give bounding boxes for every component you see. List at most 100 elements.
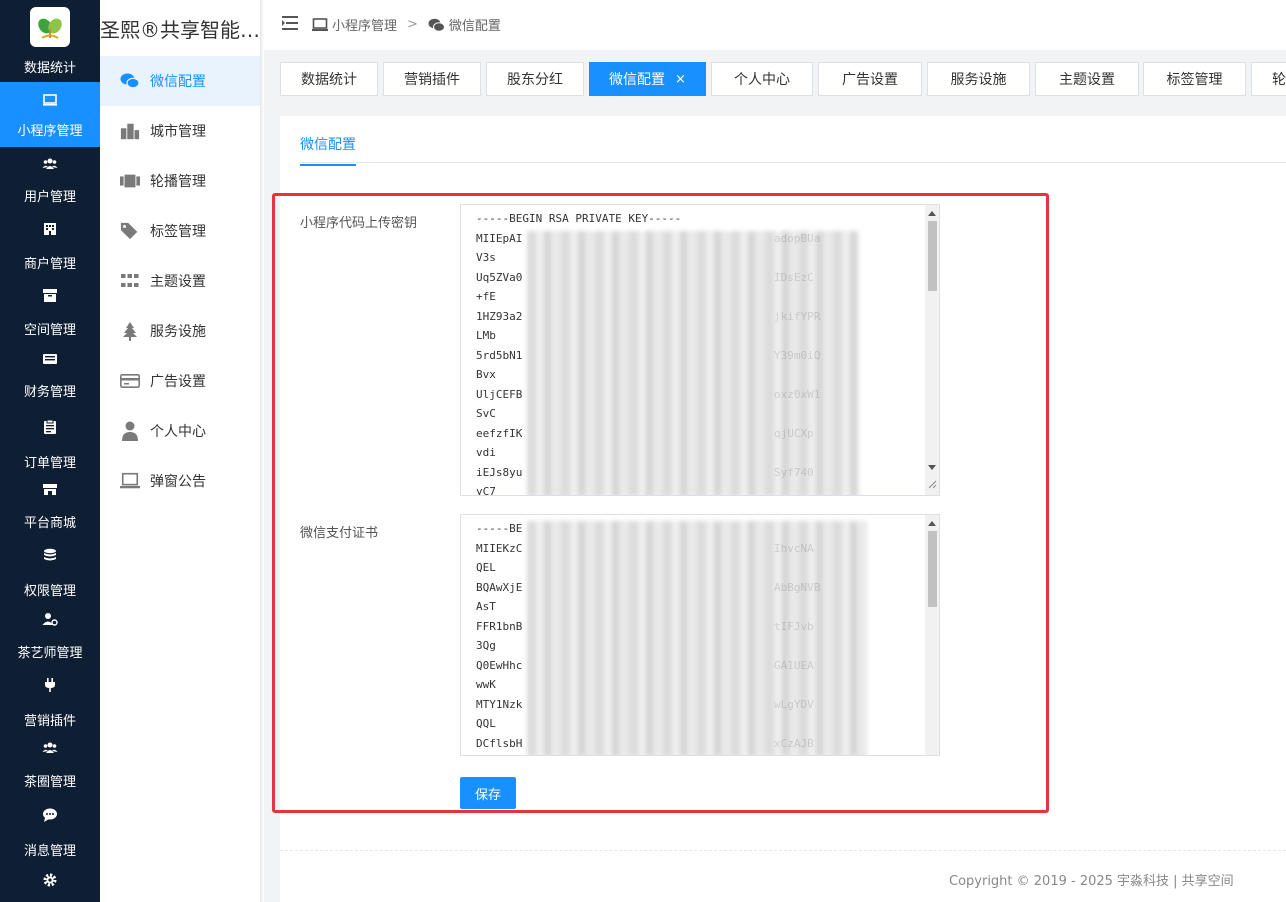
nav-item-spaces[interactable]: 空间管理	[0, 287, 100, 338]
tab-theme[interactable]: 主题设置	[1035, 62, 1139, 96]
subnav-item-city[interactable]: 城市管理	[100, 106, 260, 156]
monitor-icon	[42, 92, 58, 108]
tab-label: 轮	[1272, 72, 1286, 88]
nav-label: 平台商城	[23, 516, 76, 531]
users-icon	[42, 740, 58, 756]
tab-label: 服务设施	[950, 72, 1007, 88]
tree-icon	[120, 321, 140, 341]
tab-label: 广告设置	[842, 72, 898, 88]
chat-icon	[42, 807, 58, 823]
nav-item-tea-circle[interactable]: 茶圈管理	[0, 740, 100, 790]
scroll-thumb[interactable]	[928, 531, 937, 607]
subnav-label: 服务设施	[150, 324, 206, 340]
subnav-label: 轮播管理	[150, 174, 206, 190]
nav-item-marketing[interactable]: 营销插件	[0, 677, 100, 729]
nav-item-users[interactable]: 用户管理	[0, 156, 100, 205]
subnav-label: 城市管理	[150, 124, 206, 140]
gear-icon	[42, 872, 58, 888]
nav-item-data-stats[interactable]: 数据统计	[0, 57, 100, 76]
building-icon	[42, 221, 58, 237]
box-icon	[42, 287, 58, 303]
nav-item-settings[interactable]	[0, 872, 100, 888]
subnav-item-ads[interactable]: 广告设置	[100, 356, 260, 406]
tab-label: 微信配置	[609, 72, 666, 88]
subnav-label: 广告设置	[150, 374, 206, 390]
user-gear-icon	[42, 611, 58, 627]
tab-profile[interactable]: 个人中心	[711, 62, 813, 96]
nav-item-mall[interactable]: 平台商城	[0, 481, 100, 531]
collapse-menu-icon[interactable]	[282, 16, 298, 30]
tab-label: 标签管理	[1166, 72, 1223, 88]
scrollbar[interactable]	[925, 515, 939, 755]
subnav-item-popup[interactable]: 弹窗公告	[100, 456, 260, 506]
tab-label: 主题设置	[1059, 72, 1115, 88]
nav-label: 小程序管理	[17, 124, 83, 139]
subnav-label: 标签管理	[150, 224, 206, 240]
breadcrumb-current: 微信配置	[448, 19, 501, 34]
nav-label: 商户管理	[23, 257, 76, 272]
nav-label: 订单管理	[23, 456, 76, 471]
laptop-icon	[120, 471, 140, 491]
payment-cert-textarea[interactable]: -----BE MIIEKzC IhvcNA QEL BQAwXjE AbBgN…	[460, 514, 940, 756]
sub-sidebar: 圣熙®共享智能… 微信配置 城市管理 轮播管理 标签管理 主题设置 服务设施 广…	[100, 0, 260, 902]
nav-label: 茶圈管理	[23, 775, 76, 790]
scroll-up-icon[interactable]	[928, 211, 936, 216]
nav-item-orders[interactable]: 订单管理	[0, 419, 100, 471]
tabs-bar: 数据统计 营销插件 股东分红 微信配置 × 个人中心 广告设置 服务设施 主题设置…	[264, 50, 1286, 108]
scroll-up-icon[interactable]	[928, 521, 936, 526]
scroll-down-icon[interactable]	[928, 465, 936, 470]
nav-item-finance[interactable]: 财务管理	[0, 351, 100, 400]
tab-marketing[interactable]: 营销插件	[383, 62, 481, 96]
tab-label: 股东分红	[507, 72, 563, 88]
nav-label: 权限管理	[23, 584, 76, 599]
tab-data-stats[interactable]: 数据统计	[280, 62, 378, 96]
tab-ads[interactable]: 广告设置	[818, 62, 922, 96]
person-icon	[120, 421, 140, 441]
subnav-item-facilities[interactable]: 服务设施	[100, 306, 260, 356]
nav-label: 数据统计	[23, 61, 76, 76]
scrollbar[interactable]	[925, 205, 939, 495]
tab-wechat-config[interactable]: 微信配置 ×	[589, 62, 706, 96]
tab-facilities[interactable]: 服务设施	[927, 62, 1030, 96]
nav-item-permissions[interactable]: 权限管理	[0, 547, 100, 599]
subnav-item-tags[interactable]: 标签管理	[100, 206, 260, 256]
redacted-area	[527, 231, 859, 495]
upload-key-textarea[interactable]: -----BEGIN RSA PRIVATE KEY----- MIIEpAI …	[460, 204, 940, 496]
subnav-item-profile[interactable]: 个人中心	[100, 406, 260, 456]
scroll-thumb[interactable]	[928, 221, 937, 291]
breadcrumb-item[interactable]: 小程序管理	[332, 15, 397, 34]
subnav-item-carousel[interactable]: 轮播管理	[100, 156, 260, 206]
finance-icon	[42, 351, 58, 367]
resize-handle-icon[interactable]	[928, 478, 937, 493]
nav-item-messages[interactable]: 消息管理	[0, 807, 100, 859]
nav-label: 用户管理	[23, 190, 76, 205]
subnav-label: 个人中心	[150, 424, 206, 440]
plug-icon	[42, 677, 58, 693]
nav-item-miniprogram[interactable]: 小程序管理	[0, 82, 100, 147]
close-icon[interactable]: ×	[675, 72, 686, 87]
breadcrumb-separator: >	[407, 17, 418, 32]
save-button[interactable]: 保存	[460, 777, 516, 809]
coins-icon	[42, 547, 58, 563]
store-icon	[42, 481, 58, 497]
subnav-label: 微信配置	[150, 74, 206, 90]
wechat-icon	[428, 18, 445, 32]
nav-label: 营销插件	[23, 714, 76, 729]
nav-item-tea-artists[interactable]: 茶艺师管理	[0, 611, 100, 661]
main-sidebar: 数据统计 小程序管理 用户管理 商户管理 空间管理 财务管理 订单管理 平台商城…	[0, 0, 100, 902]
card-icon	[120, 371, 140, 391]
tab-tags[interactable]: 标签管理	[1143, 62, 1246, 96]
tab-carousel[interactable]: 轮	[1251, 62, 1286, 96]
app-logo[interactable]	[30, 7, 70, 47]
nav-item-merchants[interactable]: 商户管理	[0, 221, 100, 272]
wechat-icon	[120, 71, 140, 91]
users-icon	[42, 156, 58, 172]
tab-divider	[300, 162, 1286, 163]
tab-label: 数据统计	[301, 72, 357, 88]
top-header: 小程序管理 > 微信配置	[264, 0, 1286, 50]
tab-label: 个人中心	[734, 72, 790, 88]
subnav-item-wechat-config[interactable]: 微信配置	[100, 56, 260, 106]
tab-dividends[interactable]: 股东分红	[486, 62, 584, 96]
copyright-text: Copyright © 2019 - 2025 宇淼科技 | 共享空间	[949, 874, 1234, 889]
subnav-item-theme[interactable]: 主题设置	[100, 256, 260, 306]
